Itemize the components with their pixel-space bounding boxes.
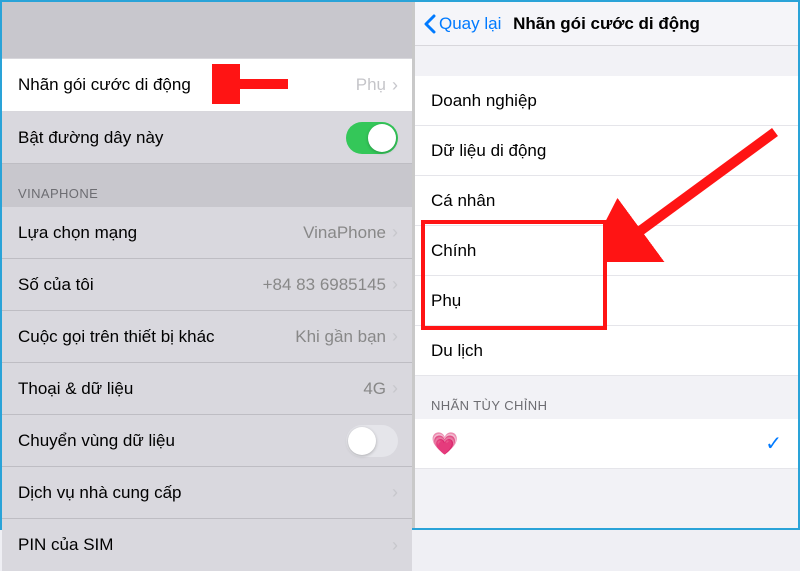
calls-on-other-devices-row[interactable]: Cuộc gọi trên thiết bị khác Khi gần bạn … bbox=[2, 311, 412, 363]
row-value: VinaPhone bbox=[303, 223, 386, 243]
option-primary[interactable]: Chính bbox=[415, 226, 798, 276]
row-label: PIN của SIM bbox=[18, 535, 392, 555]
toggle-knob bbox=[368, 124, 396, 152]
row-label: Lựa chọn mạng bbox=[18, 223, 303, 243]
section-header-vinaphone: VINAPHONE bbox=[2, 164, 412, 207]
chevron-left-icon bbox=[423, 14, 437, 34]
chevron-right-icon: › bbox=[392, 222, 398, 243]
chevron-right-icon: › bbox=[392, 535, 398, 556]
option-cellular-data[interactable]: Dữ liệu di động bbox=[415, 126, 798, 176]
nav-bar: Quay lại Nhãn gói cước di động bbox=[415, 2, 798, 46]
option-travel[interactable]: Du lịch bbox=[415, 326, 798, 376]
settings-screen-left: Nhãn gói cước di động Phụ › Bật đường dâ… bbox=[2, 2, 412, 528]
heart-icon: 💗 bbox=[431, 431, 458, 457]
chevron-right-icon: › bbox=[392, 75, 398, 96]
enable-line-row[interactable]: Bật đường dây này bbox=[2, 112, 412, 164]
row-value: +84 83 6985145 bbox=[263, 275, 386, 295]
option-custom-heart[interactable]: 💗 ✓ bbox=[415, 419, 798, 469]
row-label: Số của tôi bbox=[18, 275, 263, 295]
row-value: Khi gần bạn bbox=[295, 327, 386, 347]
chevron-right-icon: › bbox=[392, 378, 398, 399]
checkmark-icon: ✓ bbox=[765, 431, 782, 456]
sim-pin-row[interactable]: PIN của SIM › bbox=[2, 519, 412, 571]
option-label: Du lịch bbox=[431, 341, 483, 361]
label-picker-screen: Quay lại Nhãn gói cước di động Doanh ngh… bbox=[412, 2, 798, 528]
cellular-plan-label-row[interactable]: Nhãn gói cước di động Phụ › bbox=[2, 58, 412, 112]
row-value: Phụ bbox=[356, 75, 386, 95]
data-roaming-toggle[interactable] bbox=[346, 425, 398, 457]
row-label: Chuyển vùng dữ liệu bbox=[18, 431, 346, 451]
toggle-knob bbox=[348, 427, 376, 455]
section-header-custom: NHÃN TÙY CHỈNH bbox=[415, 376, 798, 419]
data-roaming-row[interactable]: Chuyển vùng dữ liệu bbox=[2, 415, 412, 467]
row-label: Cuộc gọi trên thiết bị khác bbox=[18, 327, 295, 347]
my-number-row[interactable]: Số của tôi +84 83 6985145 › bbox=[2, 259, 412, 311]
option-label: Doanh nghiệp bbox=[431, 91, 537, 111]
option-label: Chính bbox=[431, 241, 476, 261]
option-secondary[interactable]: Phụ bbox=[415, 276, 798, 326]
row-label: Dịch vụ nhà cung cấp bbox=[18, 483, 392, 503]
voice-and-data-row[interactable]: Thoại & dữ liệu 4G › bbox=[2, 363, 412, 415]
enable-line-toggle[interactable] bbox=[346, 122, 398, 154]
row-value: 4G bbox=[363, 379, 386, 399]
option-label: Dữ liệu di động bbox=[431, 141, 546, 161]
chevron-right-icon: › bbox=[392, 274, 398, 295]
dimmed-area bbox=[2, 2, 412, 58]
network-selection-row[interactable]: Lựa chọn mạng VinaPhone › bbox=[2, 207, 412, 259]
chevron-right-icon: › bbox=[392, 326, 398, 347]
carrier-services-row[interactable]: Dịch vụ nhà cung cấp › bbox=[2, 467, 412, 519]
row-label: Nhãn gói cước di động bbox=[18, 75, 356, 95]
option-personal[interactable]: Cá nhân bbox=[415, 176, 798, 226]
back-button[interactable]: Quay lại bbox=[423, 14, 501, 34]
back-label: Quay lại bbox=[439, 14, 501, 34]
option-label: Phụ bbox=[431, 291, 461, 311]
option-label: Cá nhân bbox=[431, 191, 495, 211]
row-label: Bật đường dây này bbox=[18, 128, 346, 148]
chevron-right-icon: › bbox=[392, 482, 398, 503]
option-business[interactable]: Doanh nghiệp bbox=[415, 76, 798, 126]
row-label: Thoại & dữ liệu bbox=[18, 379, 363, 399]
